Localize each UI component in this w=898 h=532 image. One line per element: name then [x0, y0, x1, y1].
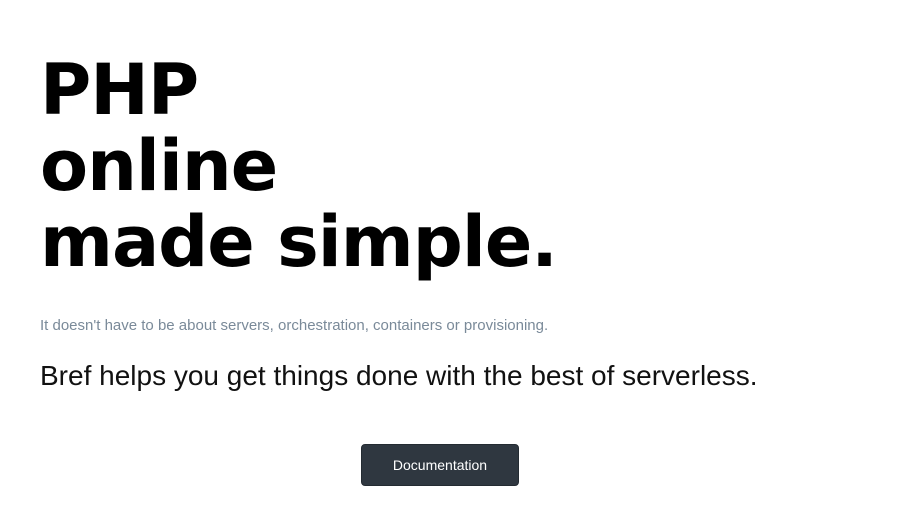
hero-title: PHP online made simple. [40, 52, 880, 280]
documentation-button[interactable]: Documentation [361, 444, 519, 486]
subtitle: Bref helps you get things done with the … [40, 360, 758, 391]
tagline: It doesn't have to be about servers, orc… [40, 317, 549, 334]
hero-title-line-3: made simple. [40, 201, 558, 283]
hero-section: PHP online made simple. [40, 52, 880, 280]
hero-title-line-2: online [40, 125, 278, 207]
hero-title-line-1: PHP [40, 49, 199, 131]
